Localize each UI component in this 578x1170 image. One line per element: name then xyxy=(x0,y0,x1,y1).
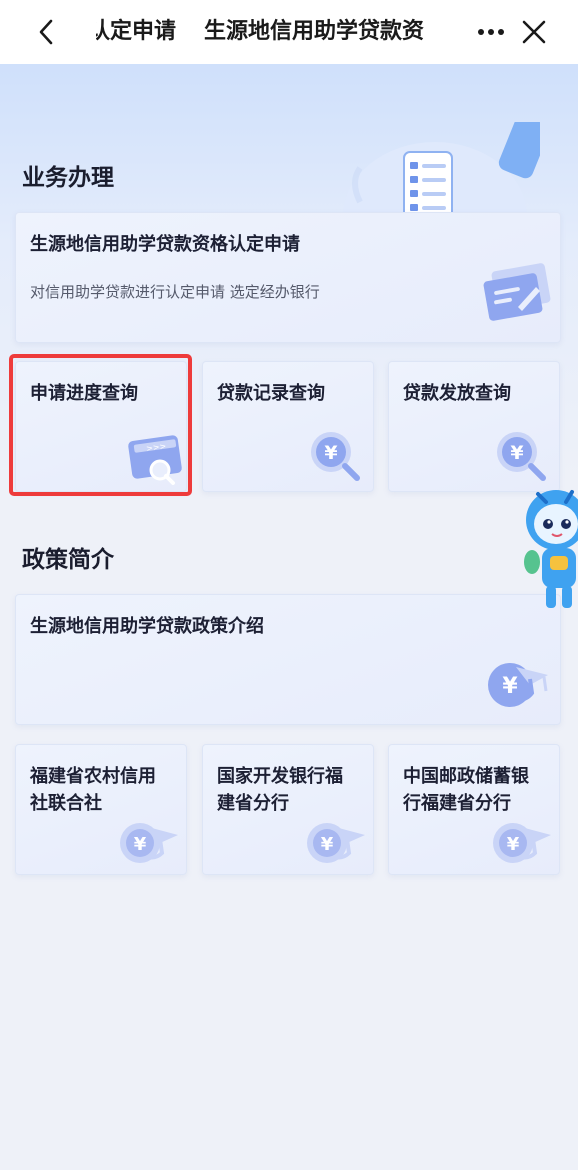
section-title-business: 业务办理 xyxy=(22,165,114,191)
tile-label: 贷款记录查询 xyxy=(217,383,325,404)
tile-application-progress[interactable]: 申请进度查询 >>> xyxy=(15,361,187,492)
tile-label: 申请进度查询 xyxy=(30,383,138,404)
page-title-segment: 认定申请 xyxy=(96,19,177,44)
top-bar: 认定申请 生源地信用助学贷款资 xyxy=(0,0,578,64)
section-title-policy: 政策简介 xyxy=(22,547,114,573)
document-edit-icon xyxy=(483,263,551,321)
tile-label: 福建省农村信用 社联合社 xyxy=(30,766,156,814)
back-button[interactable] xyxy=(28,14,64,50)
svg-text:¥: ¥ xyxy=(502,674,518,699)
svg-text:¥: ¥ xyxy=(324,442,337,464)
svg-text:¥: ¥ xyxy=(510,442,523,464)
tile-postal-savings-fujian[interactable]: 中国邮政储蓄银 行福建省分行 ¥ xyxy=(388,744,560,875)
content-area: 业务办理 生源地信用助学贷款资格认定申请 对信用助学贷款进行认定申请 选定经办银… xyxy=(0,64,578,1170)
more-dots-icon xyxy=(478,29,504,35)
close-icon xyxy=(522,20,546,44)
page-title: 认定申请 生源地信用助学贷款资 xyxy=(96,12,472,52)
yuan-graduation-icon: ¥ xyxy=(307,823,365,863)
card-title: 生源地信用助学贷款资格认定申请 xyxy=(30,234,300,255)
yuan-graduation-icon: ¥ xyxy=(493,823,551,863)
yuan-search-icon: ¥ xyxy=(311,432,360,481)
tile-loan-disbursement[interactable]: 贷款发放查询 ¥ xyxy=(388,361,560,492)
progress-search-icon: >>> xyxy=(128,435,182,485)
tile-loan-record[interactable]: 贷款记录查询 ¥ xyxy=(202,361,374,492)
card-description: 对信用助学贷款进行认定申请 选定经办银行 xyxy=(30,283,320,301)
svg-text:¥: ¥ xyxy=(134,834,147,855)
yuan-graduation-icon: ¥ xyxy=(120,823,178,863)
yuan-search-icon: ¥ xyxy=(497,432,546,481)
tile-fujian-rural-credit[interactable]: 福建省农村信用 社联合社 ¥ xyxy=(15,744,187,875)
policy-intro-card[interactable]: 生源地信用助学贷款政策介绍 ¥ xyxy=(15,594,561,725)
close-button[interactable] xyxy=(516,14,552,50)
credit-loan-qualification-card[interactable]: 生源地信用助学贷款资格认定申请 对信用助学贷款进行认定申请 选定经办银行 xyxy=(15,212,561,343)
yuan-graduation-icon: ¥ xyxy=(488,663,548,707)
svg-text:¥: ¥ xyxy=(507,834,520,855)
more-button[interactable] xyxy=(476,14,506,50)
robot-mascot[interactable] xyxy=(516,484,578,614)
tile-label: 中国邮政储蓄银 行福建省分行 xyxy=(403,766,529,814)
card-title: 生源地信用助学贷款政策介绍 xyxy=(30,616,264,637)
tile-label: 国家开发银行福 建省分行 xyxy=(217,766,343,814)
page-title-segment: 生源地信用助学贷款资 xyxy=(204,19,425,44)
svg-text:¥: ¥ xyxy=(321,834,334,855)
tile-cdb-fujian[interactable]: 国家开发银行福 建省分行 ¥ xyxy=(202,744,374,875)
chevron-left-icon xyxy=(39,19,53,45)
tile-label: 贷款发放查询 xyxy=(403,383,511,404)
